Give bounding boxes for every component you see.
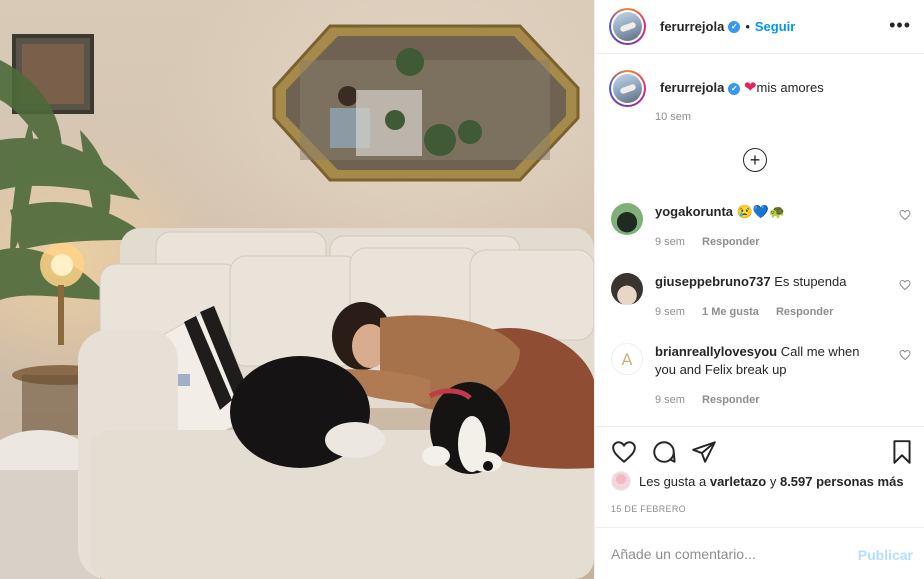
- author-avatar-image: [613, 12, 642, 41]
- post-caption: ferurrejola ✓ ❤mis amores 10 sem: [609, 70, 909, 123]
- caption-avatar-image: [613, 74, 642, 103]
- instagram-post: ferurrejola ✓ • Seguir ••• ferurrejola ✓ …: [0, 0, 924, 579]
- comment-composer: Publicar: [595, 527, 924, 579]
- comment-likes[interactable]: 1 Me gusta: [702, 306, 759, 318]
- comment-username[interactable]: giuseppebruno737: [655, 274, 771, 289]
- post-header: ferurrejola ✓ • Seguir •••: [595, 0, 924, 54]
- likes-summary: Les gusta a varletazo y 8.597 personas m…: [611, 471, 904, 491]
- plus-circle-icon[interactable]: +: [743, 148, 767, 172]
- comment-text: 😢💙🐢: [736, 204, 786, 219]
- comment-time[interactable]: 9 sem: [655, 394, 685, 406]
- author-avatar[interactable]: [609, 8, 646, 45]
- caption-text-block: ferurrejola ✓ ❤mis amores: [660, 70, 824, 97]
- comment-meta: 9 sem Responder: [655, 394, 774, 406]
- reply-button[interactable]: Responder: [702, 236, 759, 248]
- comment-avatar[interactable]: [611, 273, 643, 305]
- comment-body: giuseppebruno737 Es stupenda: [655, 273, 879, 291]
- caption-username[interactable]: ferurrejola: [660, 80, 724, 95]
- header-user-info: ferurrejola ✓ • Seguir: [660, 19, 795, 34]
- caption-text: mis amores: [756, 80, 824, 95]
- comment-icon[interactable]: [651, 439, 677, 465]
- svg-text:A: A: [622, 350, 633, 369]
- comment-body: yogakorunta 😢💙🐢: [655, 203, 879, 221]
- comment-heart-icon[interactable]: [899, 349, 911, 361]
- reply-button[interactable]: Responder: [702, 394, 759, 406]
- bookmark-icon[interactable]: [889, 439, 915, 465]
- comment-input[interactable]: [611, 545, 851, 562]
- header-separator: •: [745, 19, 750, 34]
- comment-time[interactable]: 9 sem: [655, 306, 685, 318]
- publish-button[interactable]: Publicar: [858, 547, 913, 563]
- header-username[interactable]: ferurrejola: [660, 19, 724, 34]
- comment-avatar-glyph: A: [622, 350, 633, 369]
- comment-username[interactable]: brianreallylovesyou: [655, 344, 777, 359]
- comment-avatar[interactable]: A: [611, 343, 643, 375]
- caption-time[interactable]: 10 sem: [655, 111, 691, 123]
- comment-heart-icon[interactable]: [899, 279, 911, 291]
- comment-meta: 9 sem 1 Me gusta Responder: [655, 306, 847, 318]
- share-icon[interactable]: [691, 439, 717, 465]
- comment-body: brianreallylovesyou Call me when you and…: [655, 343, 879, 379]
- post-side-panel: ferurrejola ✓ • Seguir ••• ferurrejola ✓ …: [594, 0, 924, 579]
- comment-username[interactable]: yogakorunta: [655, 204, 733, 219]
- caption-avatar[interactable]: [609, 70, 646, 107]
- verified-badge-icon: ✓: [728, 20, 741, 33]
- comment-time[interactable]: 9 sem: [655, 236, 685, 248]
- verified-badge-icon: ✓: [728, 82, 741, 95]
- likes-user[interactable]: varletazo: [710, 474, 766, 489]
- likes-count[interactable]: 8.597 personas más: [780, 474, 904, 489]
- heart-icon[interactable]: [611, 439, 637, 465]
- heart-emoji: ❤: [743, 79, 757, 96]
- comment-avatar[interactable]: [611, 203, 643, 235]
- likes-joiner: y: [769, 473, 777, 489]
- comment-meta: 9 sem Responder: [655, 236, 774, 248]
- post-date[interactable]: 15 DE FEBRERO: [611, 504, 686, 514]
- follow-button[interactable]: Seguir: [755, 19, 795, 34]
- more-options-icon[interactable]: •••: [889, 16, 911, 34]
- post-actions: [595, 426, 924, 476]
- post-photo[interactable]: [0, 0, 594, 579]
- likes-prefix: Les gusta a: [639, 473, 707, 489]
- comment-text: Es stupenda: [774, 274, 847, 289]
- photo-scene: [0, 24, 594, 579]
- liker-avatar[interactable]: [611, 471, 631, 491]
- comment-heart-icon[interactable]: [899, 209, 911, 221]
- reply-button[interactable]: Responder: [776, 306, 833, 318]
